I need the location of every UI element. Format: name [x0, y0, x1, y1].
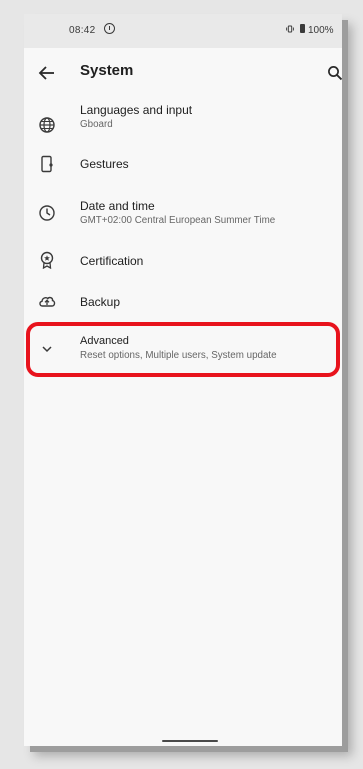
- setting-label: Languages and input: [80, 103, 193, 117]
- page-title: System: [80, 62, 134, 79]
- setting-languages-input[interactable]: Languages and input Gboard: [24, 100, 342, 146]
- cloud-upload-icon: [39, 296, 56, 307]
- globe-icon: [39, 117, 55, 133]
- setting-summary: GMT+02:00 Central European Summer Time: [80, 215, 276, 226]
- battery-icon: [300, 24, 305, 33]
- status-bar: 08:42 100%: [24, 14, 342, 48]
- vibrate-icon: [286, 25, 294, 33]
- setting-summary: Gboard: [80, 119, 113, 130]
- phone-gesture-icon: [41, 155, 53, 173]
- setting-backup[interactable]: Backup: [24, 286, 342, 322]
- certificate-icon: [40, 251, 54, 269]
- highlight-box: [26, 322, 340, 377]
- phone-screen: 08:42 100% System Languages and input Gb…: [24, 14, 342, 746]
- setting-label: Certification: [80, 254, 144, 268]
- clock-icon: [39, 205, 55, 221]
- arrow-back-icon[interactable]: [38, 64, 56, 82]
- status-time: 08:42: [69, 25, 96, 36]
- battery-level: 100%: [308, 25, 334, 36]
- screenshot-frame: 08:42 100% System Languages and input Gb…: [0, 0, 363, 769]
- setting-label: Gestures: [80, 157, 129, 171]
- setting-label: Backup: [80, 295, 121, 309]
- gesture-nav-handle[interactable]: [162, 740, 218, 742]
- setting-label: Date and time: [80, 199, 155, 213]
- setting-certification[interactable]: Certification: [24, 246, 342, 284]
- setting-gestures[interactable]: Gestures: [24, 148, 342, 188]
- search-icon[interactable]: [327, 65, 342, 81]
- setting-date-time[interactable]: Date and time GMT+02:00 Central European…: [24, 194, 342, 240]
- app-bar: System: [24, 48, 342, 100]
- alert-icon: [104, 23, 115, 34]
